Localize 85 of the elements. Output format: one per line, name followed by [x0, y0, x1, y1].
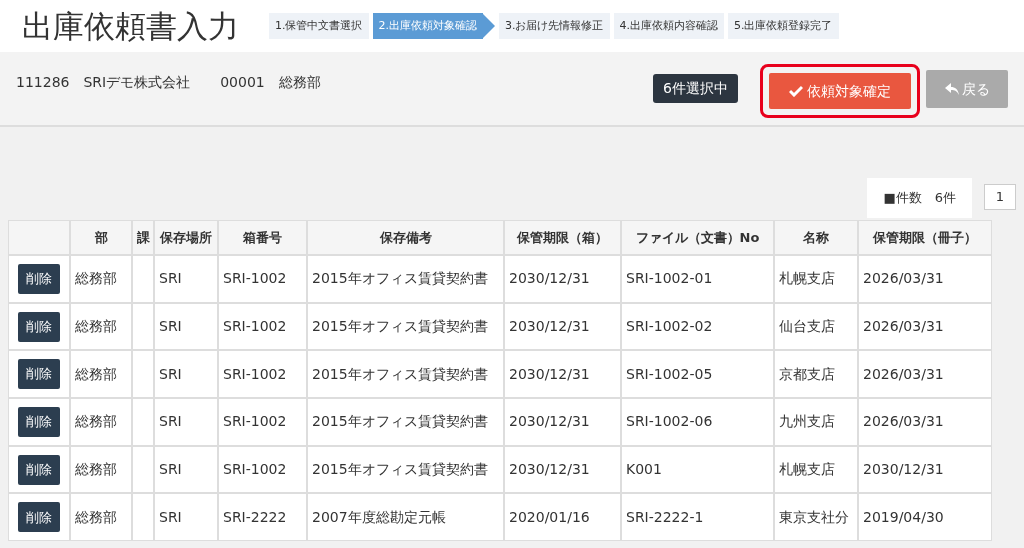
- table-cell: SRI-1002: [218, 302, 307, 351]
- step-label: 4.出庫依頼内容確認: [613, 12, 724, 40]
- table-cell: 2026/03/31: [858, 255, 992, 303]
- column-header: 保管期限（箱）: [504, 220, 621, 255]
- column-header: 課: [132, 220, 154, 255]
- table-cell: 札幌支店: [774, 445, 858, 494]
- table-cell: SRI-1002: [218, 350, 307, 399]
- table-cell: 東京支社分: [774, 493, 858, 542]
- delete-button[interactable]: 削除: [18, 359, 60, 390]
- step-label: 1.保管中文書選択: [269, 12, 369, 40]
- table-cell: 2026/03/31: [858, 398, 992, 446]
- table-cell: SRI-1002: [218, 445, 307, 494]
- table-cell: 2007年度総勘定元帳: [307, 493, 504, 542]
- record-count: ■件数 6件: [867, 178, 972, 218]
- table-cell: 札幌支店: [774, 255, 858, 303]
- table-cell: 2015年オフィス賃貸契約書: [307, 350, 504, 399]
- table-cell: SRI: [154, 398, 218, 446]
- table-cell: 2030/12/31: [504, 350, 621, 399]
- table-cell: 2015年オフィス賃貸契約書: [307, 302, 504, 351]
- selected-count-badge: 6件選択中: [653, 74, 738, 103]
- table-cell: 2030/12/31: [504, 255, 621, 303]
- table-cell: 2026/03/31: [858, 302, 992, 351]
- table-cell: [132, 350, 154, 399]
- table-cell: 京都支店: [774, 350, 858, 399]
- reply-arrow-icon: [944, 83, 959, 95]
- table-cell: 2015年オフィス賃貸契約書: [307, 255, 504, 303]
- company-name: SRIデモ株式会社: [83, 73, 191, 92]
- table-cell: 2030/12/31: [504, 302, 621, 351]
- check-icon: [789, 85, 803, 97]
- table-cell: SRI-1002-05: [621, 350, 774, 399]
- table-cell: SRI: [154, 302, 218, 351]
- column-header: ファイル（文書）No: [621, 220, 774, 255]
- delete-button[interactable]: 削除: [18, 263, 60, 294]
- table-cell: 総務部: [70, 255, 132, 303]
- table-cell: SRI-1002-02: [621, 302, 774, 351]
- column-header: 保存場所: [154, 220, 218, 255]
- table-cell: 仙台支店: [774, 302, 858, 351]
- confirm-button[interactable]: 依頼対象確定: [769, 73, 911, 109]
- table-cell: [132, 255, 154, 303]
- table-cell: SRI: [154, 493, 218, 542]
- delete-button[interactable]: 削除: [18, 311, 60, 342]
- table-cell: 2020/01/16: [504, 493, 621, 542]
- column-header: 保存備考: [307, 220, 504, 255]
- company-code: 111286: [16, 73, 70, 92]
- delete-button[interactable]: 削除: [18, 502, 60, 533]
- column-header: 保管期限（冊子）: [858, 220, 992, 255]
- table-cell: 2030/12/31: [504, 398, 621, 446]
- table-cell: SRI-2222: [218, 493, 307, 542]
- table-cell: 九州支店: [774, 398, 858, 446]
- table-cell: [132, 493, 154, 542]
- table-cell: 2030/12/31: [504, 445, 621, 494]
- delete-button[interactable]: 削除: [18, 454, 60, 485]
- table-cell: K001: [621, 445, 774, 494]
- table-cell: 2019/04/30: [858, 493, 992, 542]
- table-cell: SRI-2222-1: [621, 493, 774, 542]
- column-header: 箱番号: [218, 220, 307, 255]
- table-cell: 総務部: [70, 445, 132, 494]
- table-cell: [132, 398, 154, 446]
- step-label: 3.お届け先情報修正: [499, 12, 610, 40]
- page-number-field[interactable]: 1: [984, 184, 1016, 210]
- table-cell: SRI-1002-01: [621, 255, 774, 303]
- delete-button[interactable]: 削除: [18, 406, 60, 437]
- dept-name: 総務部: [278, 73, 321, 92]
- table-cell: SRI: [154, 255, 218, 303]
- column-header: 名称: [774, 220, 858, 255]
- table-cell: 総務部: [70, 302, 132, 351]
- table-cell: SRI: [154, 350, 218, 399]
- table-cell: 2015年オフィス賃貸契約書: [307, 445, 504, 494]
- table-cell: 総務部: [70, 493, 132, 542]
- table-cell: SRI: [154, 445, 218, 494]
- table-cell: SRI-1002: [218, 398, 307, 446]
- step-label: 5.出庫依頼登録完了: [728, 12, 839, 40]
- dept-code: 00001: [220, 73, 265, 92]
- table-cell: 2030/12/31: [858, 445, 992, 494]
- table-cell: SRI-1002: [218, 255, 307, 303]
- table-cell: 総務部: [70, 350, 132, 399]
- column-header: 部: [70, 220, 132, 255]
- table-cell: 2015年オフィス賃貸契約書: [307, 398, 504, 446]
- page-title: 出庫依頼書入力: [22, 6, 239, 46]
- table-cell: 総務部: [70, 398, 132, 446]
- table-cell: 2026/03/31: [858, 350, 992, 399]
- step-arrow-icon: [483, 14, 495, 38]
- table-cell: SRI-1002-06: [621, 398, 774, 446]
- table-cell: [132, 445, 154, 494]
- table-cell: [132, 302, 154, 351]
